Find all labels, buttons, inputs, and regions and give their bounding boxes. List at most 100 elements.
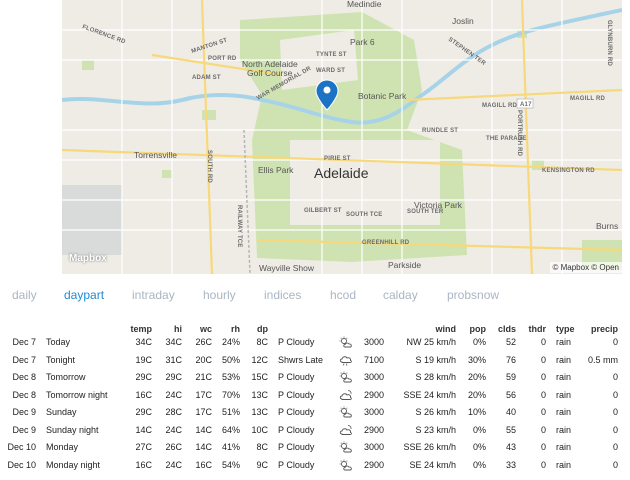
svg-text:Park 6: Park 6 (350, 37, 375, 47)
precip-cell: 0 (612, 372, 618, 382)
hi-cell: 31C (165, 354, 182, 365)
tab-intraday[interactable]: intraday (132, 288, 175, 302)
date-cell: Dec 7 (12, 337, 36, 347)
svg-text:SOUTH RD: SOUTH RD (206, 150, 212, 183)
forecast-tabs: daily daypart intraday hourly indices hcod cal… (0, 288, 630, 306)
date-cell: Dec 10 (7, 442, 36, 452)
visibility-cell: 7100 (363, 354, 384, 365)
forecast-row: Dec 9 Sunday 29C 28C 17C 51% 13C P Cloudy 3000 S … (0, 406, 630, 424)
partly-sunny-icon (338, 336, 354, 348)
svg-text:PORTRUSH RD: PORTRUSH RD (516, 110, 522, 157)
rh-cell: 64% (221, 424, 240, 435)
visibility-cell: 3000 (363, 337, 384, 347)
col-type-header: type (556, 324, 575, 334)
condition-cell: P Cloudy (278, 389, 315, 400)
rain-cloud-icon (338, 354, 354, 366)
type-cell: rain (556, 407, 572, 417)
forecast-row: Dec 10 Monday 27C 26C 14C 41% 8C P Cloudy 3000 SS… (0, 441, 630, 459)
wind-cell: SSE 26 km/h (403, 442, 456, 452)
wc-cell: 20C (195, 354, 212, 365)
svg-text:KENSINGTON RD: KENSINGTON RD (542, 168, 595, 174)
col-thdr-header: thdr (528, 324, 547, 334)
partly-sunny-icon (338, 406, 354, 418)
wind-cell: SSE 24 km/h (403, 389, 456, 400)
wc-cell: 26C (195, 337, 212, 347)
wind-cell: S 28 km/h (415, 372, 456, 382)
condition-cell: P Cloudy (278, 442, 315, 452)
city-label: Adelaide (314, 165, 369, 181)
wind-cell: SE 24 km/h (409, 459, 456, 470)
visibility-cell: 3000 (363, 407, 384, 417)
col-dp-header: dp (257, 324, 268, 334)
svg-text:Burns: Burns (596, 221, 618, 231)
forecast-row: Dec 8 Tomorrow night 16C 24C 17C 70% 13C P Clou… (0, 390, 630, 407)
pop-cell: 10% (467, 407, 486, 417)
date-cell: Dec 7 (12, 354, 36, 365)
tab-daypart[interactable]: daypart (64, 288, 104, 302)
period-cell: Sunday (46, 407, 77, 417)
col-temp-header: temp (130, 324, 152, 334)
tab-probsnow[interactable]: probsnow (447, 288, 499, 302)
clouds-cell: 43 (505, 442, 516, 452)
temp-cell: 16C (135, 389, 152, 400)
col-pop-header: pop (469, 324, 487, 334)
col-rh-header: rh (231, 324, 240, 334)
map[interactable]: Medindie Joslin North Adelaide Golf Cour… (62, 0, 622, 274)
partly-sunny-icon (338, 441, 354, 453)
hi-cell: 24C (165, 424, 182, 435)
thunder-cell: 0 (540, 354, 546, 365)
period-cell: Tomorrow night (46, 389, 108, 400)
rh-cell: 54% (221, 459, 240, 470)
hi-cell: 28C (165, 407, 182, 417)
partly-sunny-icon (338, 459, 354, 471)
mapbox-logo[interactable]: Mapbox (69, 253, 107, 264)
tab-hcod[interactable]: hcod (330, 288, 356, 302)
precip-cell: 0 (612, 442, 618, 452)
col-wc-header: wc (199, 324, 212, 334)
type-cell: rain (556, 337, 572, 347)
condition-cell: P Cloudy (278, 407, 315, 417)
wc-cell: 14C (195, 442, 212, 452)
dp-cell: 10C (251, 424, 268, 435)
period-cell: Sunday night (46, 424, 99, 435)
svg-text:A17: A17 (520, 102, 532, 108)
map-attribution[interactable]: © Mapbox © Open (549, 262, 622, 273)
hi-cell: 24C (165, 459, 182, 470)
col-precip-header: precip (590, 324, 618, 334)
dp-cell: 13C (251, 407, 268, 417)
thunder-cell: 0 (540, 389, 546, 400)
tab-calday[interactable]: calday (383, 288, 418, 302)
svg-text:GILBERT ST: GILBERT ST (304, 208, 342, 214)
temp-cell: 29C (135, 372, 152, 382)
wc-cell: 14C (195, 424, 212, 435)
wc-cell: 16C (195, 459, 212, 470)
dp-cell: 13C (251, 389, 268, 400)
cloudy-night-icon (338, 389, 354, 401)
visibility-cell: 3000 (363, 372, 384, 382)
clouds-cell: 55 (505, 424, 516, 435)
dp-cell: 15C (251, 372, 268, 382)
condition-cell: P Cloudy (278, 372, 315, 382)
precip-cell: 0 (612, 407, 618, 417)
date-cell: Dec 8 (12, 372, 36, 382)
condition-cell: P Cloudy (278, 337, 315, 347)
tab-daily[interactable]: daily (12, 288, 37, 302)
date-cell: Dec 9 (12, 407, 36, 417)
tab-hourly[interactable]: hourly (203, 288, 236, 302)
temp-cell: 19C (135, 354, 152, 365)
condition-cell: P Cloudy (278, 459, 315, 470)
type-cell: rain (556, 354, 572, 365)
type-cell: rain (556, 372, 572, 382)
dp-cell: 8C (256, 337, 268, 347)
tab-indices[interactable]: indices (264, 288, 301, 302)
hi-cell: 24C (165, 389, 182, 400)
period-cell: Today (46, 337, 71, 347)
condition-cell: P Cloudy (278, 424, 315, 435)
date-cell: Dec 9 (12, 424, 36, 435)
period-cell: Tomorrow (46, 372, 86, 382)
clouds-cell: 40 (505, 407, 516, 417)
svg-text:Medindie: Medindie (347, 0, 382, 9)
type-cell: rain (556, 424, 572, 435)
svg-text:RAILWAY TCE: RAILWAY TCE (236, 205, 242, 248)
period-cell: Monday (46, 442, 79, 452)
